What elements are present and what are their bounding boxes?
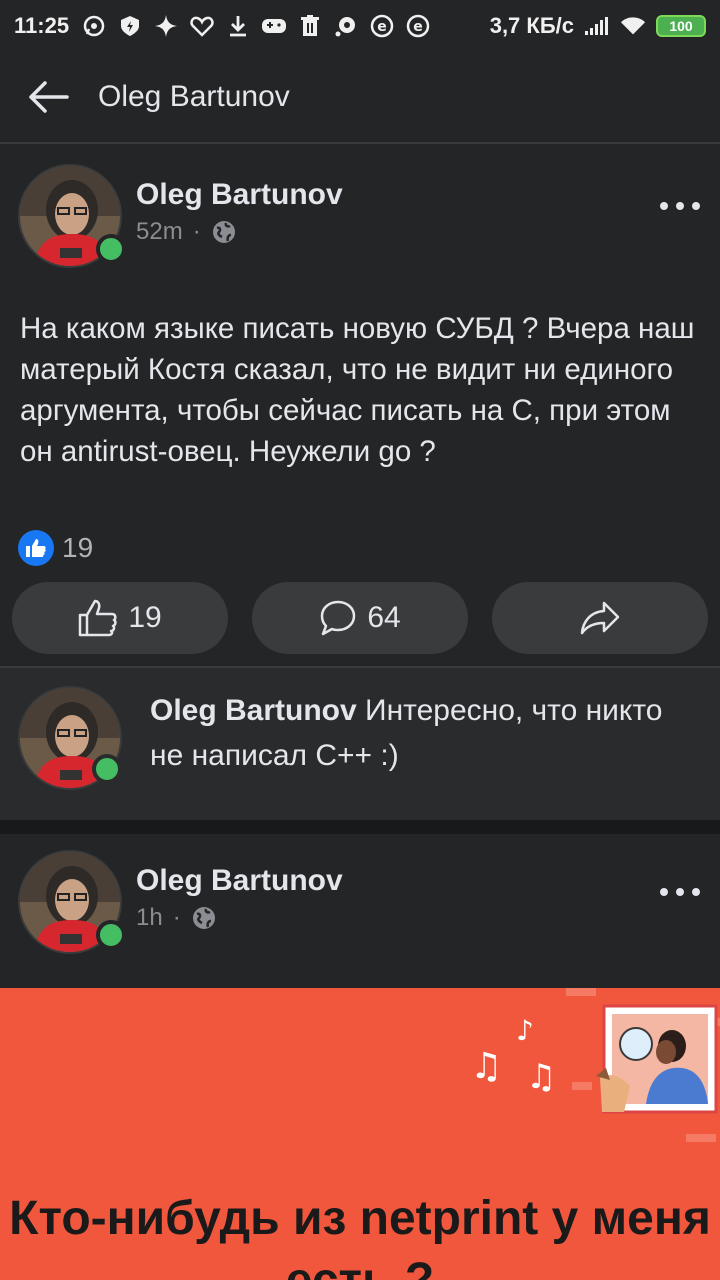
trash-icon	[297, 13, 323, 39]
signal-icon	[584, 13, 610, 39]
post-meta: 52m ·	[136, 218, 237, 246]
reaction-count: 19	[62, 532, 94, 563]
svg-text:e: e	[413, 19, 423, 35]
podcast-icon	[333, 13, 359, 39]
more-options-button[interactable]	[660, 194, 700, 218]
thumbs-up-icon	[79, 599, 117, 637]
author-name[interactable]: Oleg Bartunov	[136, 864, 343, 898]
svg-text:♪: ♪	[516, 1014, 534, 1047]
page-title: Oleg Bartunov	[98, 80, 290, 113]
like-button[interactable]: 19	[12, 582, 228, 654]
gamepad-icon	[261, 13, 287, 39]
comment-icon	[321, 600, 356, 636]
app-header: Oleg Bartunov	[0, 52, 720, 144]
sparkle-icon	[153, 13, 179, 39]
online-status-dot	[96, 234, 126, 264]
wifi-icon	[620, 13, 646, 39]
network-speed: 3,7 КБ/с	[489, 13, 574, 38]
banner-illustration: ♫ ♪ ♫	[470, 988, 720, 1142]
back-button[interactable]	[24, 73, 72, 121]
e-icon: e	[369, 13, 395, 39]
comment-preview[interactable]: Oleg Bartunov Интересно, что никто не на…	[0, 666, 720, 820]
share-icon	[580, 601, 620, 635]
post-header: Oleg Bartunov 52m ·	[18, 164, 708, 274]
share-button[interactable]	[492, 582, 708, 654]
post-banner[interactable]: ♫ ♪ ♫ Кто-нибудь из netprint у меня есть…	[0, 988, 720, 1280]
comment-count: 64	[367, 601, 401, 634]
banner-text: Кто-нибудь из netprint у меня есть ?	[9, 1192, 711, 1280]
comment-text: Oleg Bartunov Интересно, что никто не на…	[150, 688, 680, 778]
more-options-button[interactable]	[660, 880, 700, 904]
svg-text:♫: ♫	[470, 1046, 502, 1087]
online-status-dot	[96, 920, 126, 950]
svg-text:e: e	[377, 19, 387, 35]
e-icon: e	[405, 13, 431, 39]
svg-text:♫: ♫	[526, 1057, 556, 1097]
battery-indicator: 100	[656, 15, 706, 37]
globe-icon	[212, 221, 235, 243]
post-time[interactable]: 52m	[136, 218, 183, 246]
status-right: 3,7 КБ/с 100	[490, 13, 706, 39]
post-meta: 1h ·	[136, 904, 217, 932]
post-header: Oleg Bartunov 1h ·	[18, 850, 708, 960]
reaction-summary[interactable]: 19	[18, 530, 93, 566]
comment-button[interactable]: 64	[252, 582, 468, 654]
like-count: 19	[128, 601, 162, 634]
post-time[interactable]: 1h	[136, 904, 163, 932]
meta-dot: ·	[172, 904, 181, 931]
post-actions: 19 64	[12, 582, 708, 654]
download-icon	[225, 13, 251, 39]
online-status-dot	[92, 754, 122, 784]
heart-icon	[189, 13, 215, 39]
whatsapp-icon	[81, 13, 107, 39]
globe-icon	[192, 907, 215, 929]
like-reaction-icon	[18, 530, 54, 566]
post-body-text: На каком языке писать новую СУБД ? Вчера…	[20, 312, 695, 468]
author-name[interactable]: Oleg Bartunov	[136, 178, 343, 212]
shield-icon	[117, 13, 143, 39]
status-bar: 11:25 e e 3,7 КБ/с 100	[0, 0, 720, 52]
feed-divider	[0, 820, 720, 834]
arrow-left-icon	[29, 81, 69, 113]
meta-dot: ·	[192, 218, 201, 245]
comment-author[interactable]: Oleg Bartunov	[150, 694, 357, 727]
status-time: 11:25	[14, 13, 70, 38]
notification-icons: e e	[81, 13, 431, 39]
screen: 11:25 e e 3,7 КБ/с 100 Oleg Bartunov Ole…	[0, 0, 720, 1280]
